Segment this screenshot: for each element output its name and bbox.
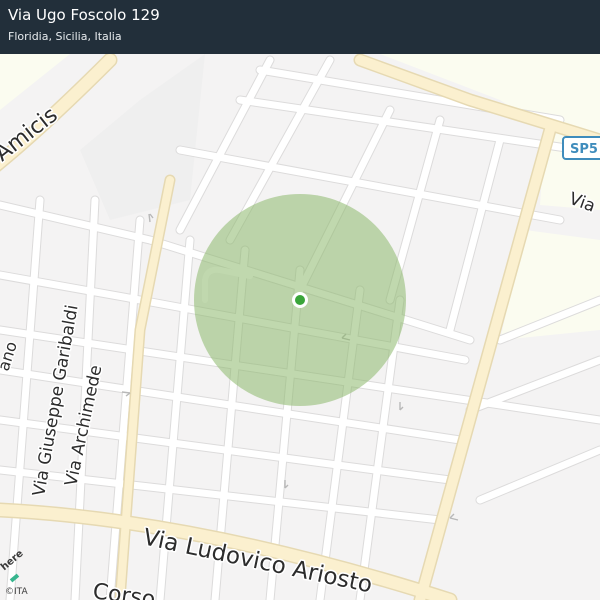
map-canvas[interactable]: Amicis Via Giuseppe Garibaldi Via Archim… (0, 0, 600, 600)
road-shield-label: SP5 (570, 142, 598, 157)
address-title: Via Ugo Foscolo 129 (8, 6, 160, 24)
address-subtitle: Floridia, Sicilia, Italia (8, 30, 122, 43)
location-marker[interactable] (295, 295, 305, 305)
map-view[interactable]: Amicis Via Giuseppe Garibaldi Via Archim… (0, 0, 600, 600)
map-copyright: ©ITA (5, 587, 28, 597)
location-header: Via Ugo Foscolo 129 Floridia, Sicilia, I… (0, 0, 600, 54)
road-shield-sp5: SP5 (562, 136, 600, 160)
